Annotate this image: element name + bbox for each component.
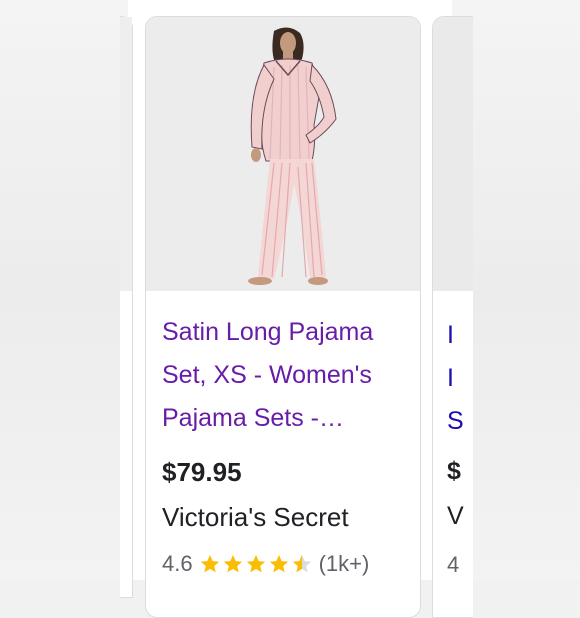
store-name: Victoria's Secret xyxy=(162,502,349,532)
next-title-line-2: I xyxy=(447,364,454,392)
next-product-image xyxy=(433,17,473,291)
rating-value: 4.6 xyxy=(162,551,193,576)
next-title-line-3: S xyxy=(447,407,464,435)
half-star-icon xyxy=(292,554,311,573)
next-store-initial: V xyxy=(447,502,464,530)
review-count: (1k+) xyxy=(318,551,370,576)
next-title-line-1: I xyxy=(447,321,454,349)
product-price: $79.95 xyxy=(162,457,242,487)
star-icon xyxy=(223,554,242,573)
product-image[interactable] xyxy=(146,17,420,291)
blurred-background-left xyxy=(0,0,128,580)
product-title[interactable]: Satin Long Pajama Set, XS - Women's Paja… xyxy=(162,311,412,440)
star-icon xyxy=(269,554,288,573)
previous-product-image xyxy=(120,17,132,291)
star-icon xyxy=(200,554,219,573)
previous-product-card[interactable] xyxy=(120,16,133,598)
next-product-card[interactable]: I I S $ V 4 xyxy=(432,16,473,618)
star-icon xyxy=(246,554,265,573)
product-card[interactable]: Satin Long Pajama Set, XS - Women's Paja… xyxy=(145,16,421,618)
star-rating xyxy=(199,553,313,575)
next-rating-initial: 4 xyxy=(447,552,460,577)
rating-row: 4.6 (1k+) xyxy=(162,549,369,579)
next-price-initial: $ xyxy=(447,457,461,485)
